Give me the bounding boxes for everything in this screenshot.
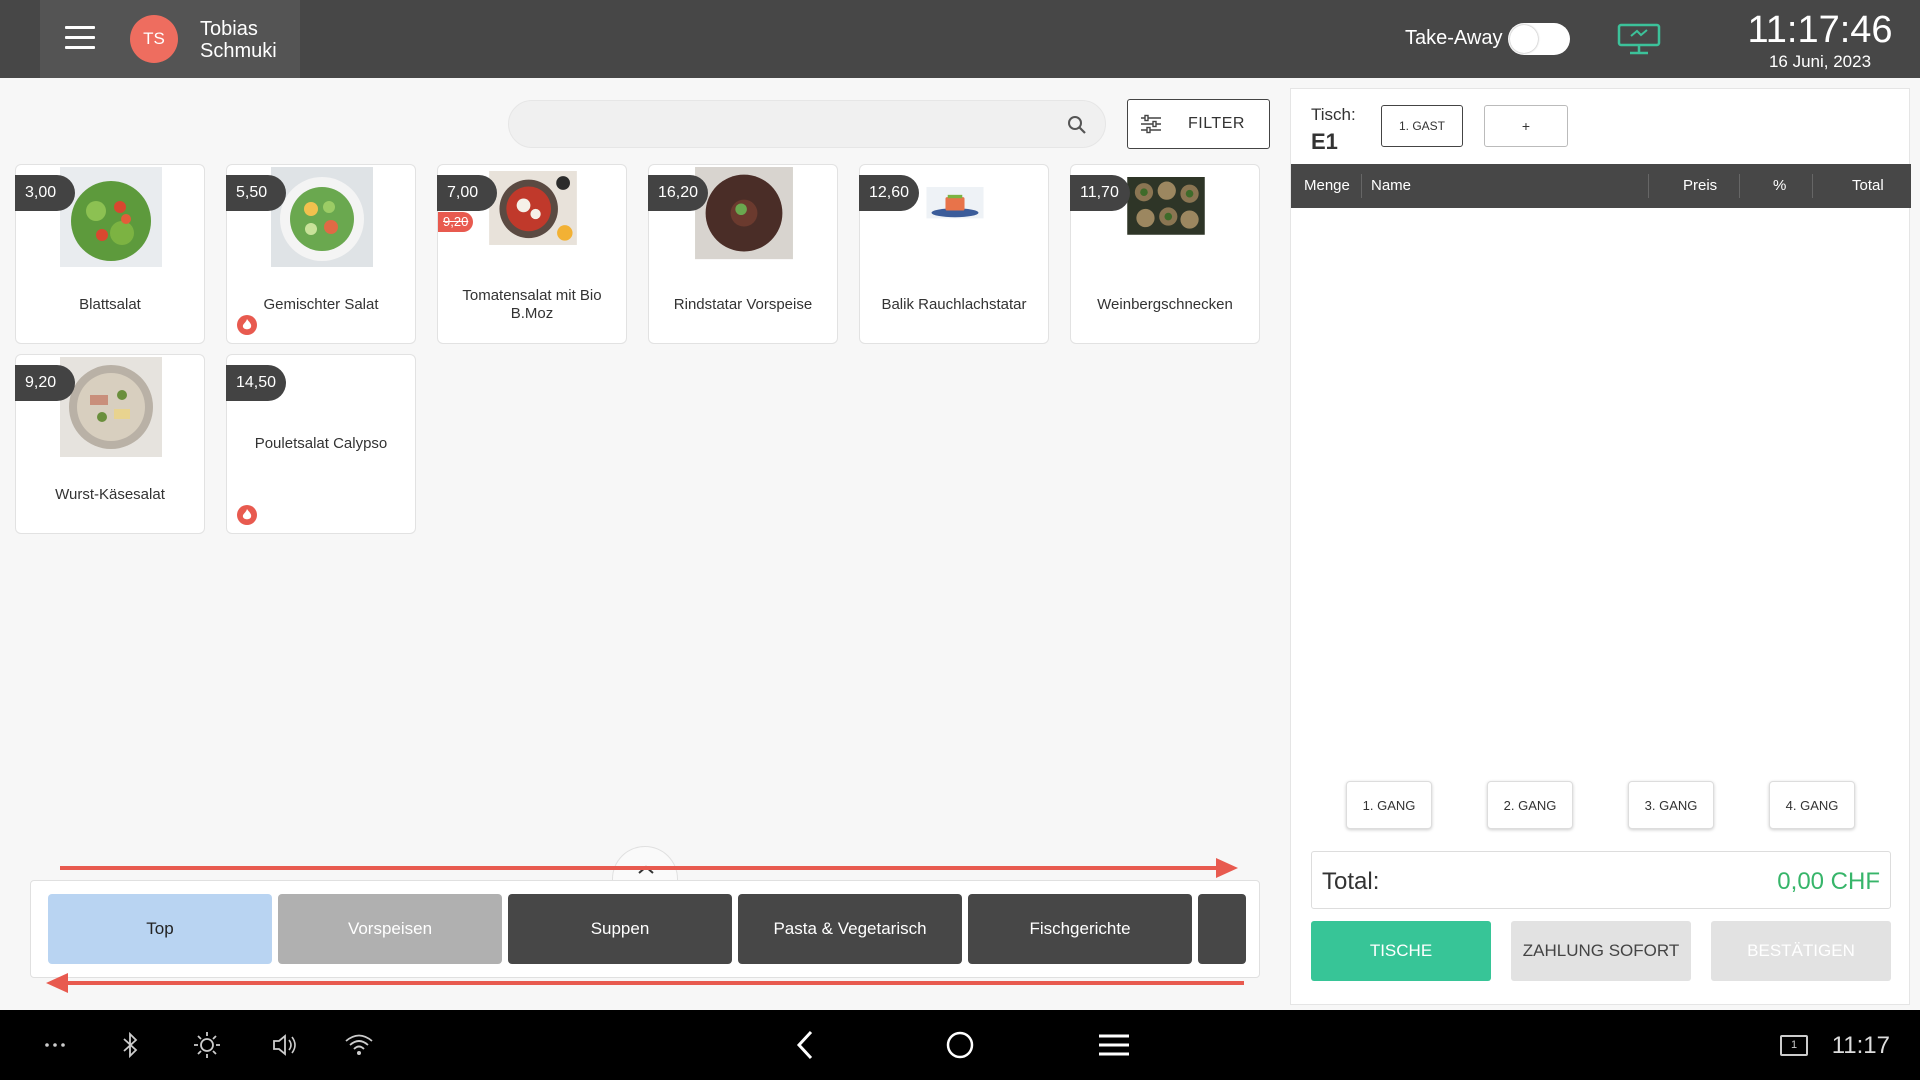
product-image <box>60 357 162 457</box>
back-icon[interactable] <box>789 1028 823 1062</box>
product-card-weinbergschnecken[interactable]: 11,70 Weinbergschnecken <box>1070 164 1260 344</box>
price-badge: 16,20 <box>648 175 709 211</box>
sliders-icon <box>1141 114 1161 134</box>
arrow-right-icon <box>1216 858 1238 878</box>
filter-label: FILTER <box>1188 115 1245 132</box>
hot-flame-icon <box>237 315 257 335</box>
hamburger-icon[interactable] <box>65 26 95 50</box>
keyboard-indicator-icon[interactable]: 1 <box>1780 1035 1808 1056</box>
table-value[interactable]: E1 <box>1311 129 1338 155</box>
hot-flame-icon <box>237 505 257 525</box>
chevron-up-icon <box>638 865 654 874</box>
order-panel: Tisch: E1 1. GAST + Menge Name Preis % T… <box>1290 88 1911 1005</box>
product-card-tomatensalat[interactable]: 7,00 9,20 Tomatensalat mit Bio B.Moz <box>437 164 627 344</box>
product-card-gemischter-salat[interactable]: 5,50 Gemischter Salat <box>226 164 416 344</box>
col-percent: % <box>1773 177 1787 194</box>
price-badge: 9,20 <box>15 365 75 401</box>
course-3-button[interactable]: 3. GANG <box>1628 781 1714 829</box>
course-4-button[interactable]: 4. GANG <box>1769 781 1855 829</box>
takeaway-toggle[interactable] <box>1508 23 1570 55</box>
product-image <box>695 167 793 260</box>
clock-time: 11:17:46 <box>1747 9 1893 51</box>
tables-button[interactable]: TISCHE <box>1311 921 1491 981</box>
guest-button[interactable]: 1. GAST <box>1381 105 1463 147</box>
product-card-wurst-kaesesalat[interactable]: 9,20 Wurst-Käsesalat <box>15 354 205 534</box>
old-price-badge: 9,20 <box>438 212 474 232</box>
confirm-button[interactable]: BESTÄTIGEN <box>1711 921 1891 981</box>
clock-date: 16 Juni, 2023 <box>1768 52 1872 71</box>
category-pasta-vegetarisch[interactable]: Pasta & Vegetarisch <box>738 894 962 964</box>
product-name: Rindstatar Vorspeise <box>673 296 813 313</box>
product-image <box>60 167 162 267</box>
price-badge: 11,70 <box>1070 175 1130 211</box>
category-fischgerichte[interactable]: Fischgerichte <box>968 894 1192 964</box>
total-value: 0,00 CHF <box>1777 868 1880 895</box>
takeaway-label: Take-Away <box>1405 27 1503 49</box>
recent-apps-icon[interactable] <box>1097 1028 1131 1062</box>
product-card-balik[interactable]: 12,60 Balik Rauchlachstatar <box>859 164 1049 344</box>
col-name: Name <box>1371 177 1412 194</box>
product-name: Pouletsalat Calypso <box>254 435 388 452</box>
clock: 11:17:46 16 Juni, 2023 <box>1740 8 1900 72</box>
col-total: Total <box>1852 177 1884 194</box>
filter-button[interactable]: FILTER <box>1127 99 1270 149</box>
product-card-rindstatar[interactable]: 16,20 Rindstatar Vorspeise <box>648 164 838 344</box>
user-block[interactable]: TS Tobias Schmuki <box>40 0 300 78</box>
total-label: Total: <box>1322 868 1380 895</box>
product-card-pouletsalat[interactable]: 14,50 Pouletsalat Calypso <box>226 354 416 534</box>
product-name: Gemischter Salat <box>263 296 379 313</box>
price-badge: 7,00 <box>437 175 497 211</box>
more-dots-icon[interactable] <box>38 1028 72 1062</box>
course-1-button[interactable]: 1. GANG <box>1346 781 1432 829</box>
product-name: Weinbergschnecken <box>1097 296 1233 313</box>
volume-icon[interactable] <box>267 1028 301 1062</box>
bluetooth-icon[interactable] <box>113 1028 147 1062</box>
pay-now-button[interactable]: ZAHLUNG SOFORT <box>1511 921 1691 981</box>
product-name: Balik Rauchlachstatar <box>881 296 1027 313</box>
scroll-left-arrow <box>66 981 1244 985</box>
product-image <box>271 167 373 267</box>
order-table-header: Menge Name Preis % Total <box>1291 164 1911 208</box>
product-image <box>1127 177 1205 235</box>
arrow-left-icon <box>46 973 68 993</box>
product-card-blattsalat[interactable]: 3,00 Blattsalat <box>15 164 205 344</box>
user-name: Tobias Schmuki <box>200 18 277 62</box>
price-badge: 5,50 <box>226 175 286 211</box>
product-image <box>489 171 577 245</box>
product-image <box>926 187 984 219</box>
price-badge: 12,60 <box>859 175 920 211</box>
category-suppen[interactable]: Suppen <box>508 894 732 964</box>
avatar: TS <box>130 15 178 63</box>
search-icon[interactable] <box>1067 115 1087 135</box>
search-bar[interactable] <box>508 100 1106 148</box>
table-label: Tisch: <box>1311 105 1356 124</box>
brightness-icon[interactable] <box>190 1028 224 1062</box>
price-badge: 3,00 <box>15 175 75 211</box>
expand-categories-handle[interactable] <box>612 846 678 880</box>
category-vorspeisen[interactable]: Vorspeisen <box>278 894 502 964</box>
system-nav-bar: 1 11:17 <box>0 1010 1920 1080</box>
wifi-icon[interactable] <box>342 1028 376 1062</box>
scroll-right-arrow <box>60 866 1220 870</box>
col-preis: Preis <box>1683 177 1718 194</box>
product-name: Tomatensalat mit Bio B.Moz <box>462 287 602 322</box>
search-input[interactable] <box>529 107 1049 141</box>
add-guest-button[interactable]: + <box>1484 105 1568 147</box>
home-icon[interactable] <box>943 1028 977 1062</box>
system-time: 11:17 <box>1831 1032 1890 1059</box>
customer-display-icon[interactable] <box>1617 22 1661 56</box>
course-2-button[interactable]: 2. GANG <box>1487 781 1573 829</box>
category-next-partial[interactable] <box>1198 894 1246 964</box>
total-box: Total: 0,00 CHF <box>1311 851 1891 909</box>
product-name: Wurst-Käsesalat <box>55 486 165 503</box>
category-bar[interactable]: Top Vorspeisen Suppen Pasta & Vegetarisc… <box>30 880 1260 978</box>
price-badge: 14,50 <box>226 365 287 401</box>
top-bar: TS Tobias Schmuki Take-Away 11:17:46 16 … <box>0 0 1920 78</box>
product-name: Blattsalat <box>79 296 141 313</box>
category-top[interactable]: Top <box>48 894 272 964</box>
col-menge: Menge <box>1304 177 1350 194</box>
